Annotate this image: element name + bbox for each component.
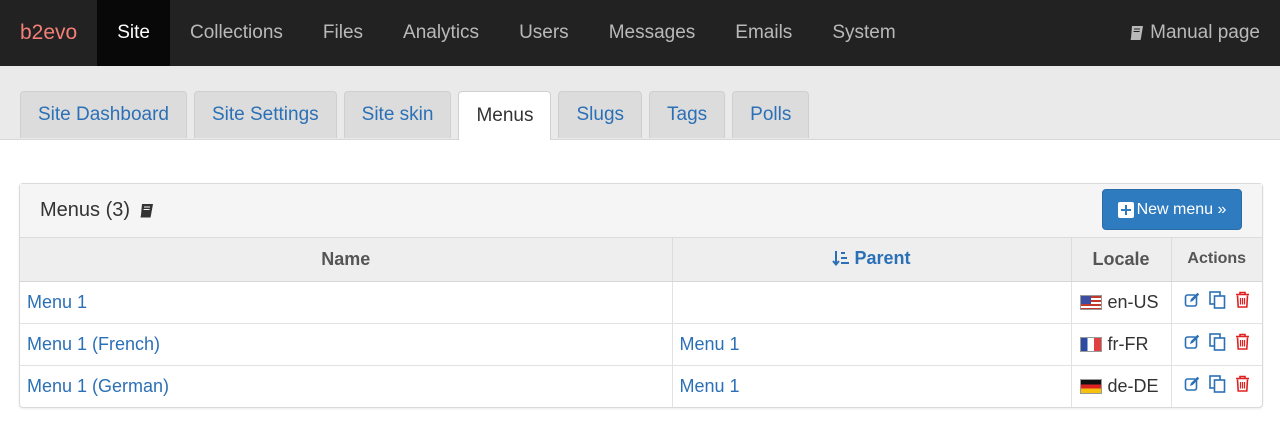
- nav-item-system[interactable]: System: [812, 0, 915, 66]
- cell-parent: Menu 1: [672, 365, 1072, 407]
- menus-panel: Menus (3) New menu » Name Parent Locale …: [19, 183, 1263, 408]
- delete-icon[interactable]: [1235, 333, 1250, 355]
- cell-actions: [1171, 323, 1262, 366]
- copy-icon[interactable]: [1208, 290, 1226, 314]
- nav-item-files[interactable]: Files: [303, 0, 383, 66]
- panel-title: Menus (3): [40, 199, 131, 221]
- nav-item-collections[interactable]: Collections: [170, 0, 303, 66]
- tab-site-settings[interactable]: Site Settings: [193, 91, 337, 138]
- tab-tags[interactable]: Tags: [649, 91, 726, 138]
- nav-item-users[interactable]: Users: [499, 0, 589, 66]
- tab-site-skin[interactable]: Site skin: [343, 91, 452, 138]
- column-header-parent[interactable]: Parent: [672, 238, 1072, 282]
- parent-link[interactable]: Menu 1: [680, 376, 740, 396]
- menu-name-link[interactable]: Menu 1 (German): [27, 376, 169, 396]
- tab-bar: Site Dashboard Site Settings Site skin M…: [0, 66, 1280, 140]
- manual-page-label: Manual page: [1150, 22, 1260, 43]
- copy-icon[interactable]: [1208, 332, 1226, 356]
- de-flag-icon: [1079, 378, 1102, 394]
- manual-page-link[interactable]: Manual page: [1129, 0, 1280, 66]
- table-row: Menu 1 (French) Menu 1 fr-FR: [20, 323, 1262, 366]
- edit-icon[interactable]: [1184, 376, 1200, 397]
- nav-item-emails[interactable]: Emails: [715, 0, 812, 66]
- book-icon[interactable]: [138, 203, 154, 219]
- locale-label: de-DE: [1107, 375, 1159, 396]
- menu-name-link[interactable]: Menu 1: [27, 292, 87, 312]
- tab-slugs[interactable]: Slugs: [558, 91, 643, 138]
- top-navbar: b2evo Site Collections Files Analytics U…: [0, 0, 1280, 66]
- new-menu-label: New menu »: [1136, 200, 1227, 218]
- edit-icon[interactable]: [1184, 334, 1200, 355]
- tab-polls[interactable]: Polls: [732, 91, 810, 138]
- cell-name: Menu 1 (French): [20, 323, 673, 366]
- column-header-actions: Actions: [1171, 238, 1262, 282]
- column-header-name[interactable]: Name: [20, 238, 673, 282]
- delete-icon[interactable]: [1235, 375, 1250, 397]
- menus-table: Name Parent Locale Actions Menu 1 en-US …: [20, 238, 1262, 407]
- brand-logo[interactable]: b2evo: [0, 0, 97, 66]
- table-row: Menu 1 en-US: [20, 281, 1262, 324]
- nav-item-analytics[interactable]: Analytics: [383, 0, 499, 66]
- cell-actions: [1171, 365, 1262, 407]
- sort-ascending-icon: [832, 250, 850, 271]
- tab-menus[interactable]: Menus: [458, 91, 552, 140]
- cell-name: Menu 1 (German): [20, 365, 673, 407]
- cell-parent: [672, 281, 1072, 324]
- column-header-parent-label: Parent: [854, 247, 911, 268]
- nav-item-site[interactable]: Site: [97, 0, 170, 66]
- plus-square-icon: [1117, 201, 1134, 218]
- cell-name: Menu 1: [20, 281, 673, 324]
- tab-site-dashboard[interactable]: Site Dashboard: [20, 91, 187, 138]
- us-flag-icon: [1079, 294, 1102, 310]
- parent-link[interactable]: Menu 1: [680, 334, 740, 354]
- cell-parent: Menu 1: [672, 323, 1072, 366]
- cell-locale: fr-FR: [1071, 323, 1172, 366]
- cell-locale: de-DE: [1071, 365, 1172, 407]
- menu-name-link[interactable]: Menu 1 (French): [27, 334, 160, 354]
- cell-locale: en-US: [1071, 281, 1172, 324]
- locale-label: fr-FR: [1107, 333, 1149, 354]
- column-header-locale[interactable]: Locale: [1071, 238, 1172, 282]
- panel-header: Menus (3) New menu »: [20, 184, 1262, 238]
- copy-icon[interactable]: [1208, 374, 1226, 398]
- delete-icon[interactable]: [1235, 291, 1250, 313]
- new-menu-button[interactable]: New menu »: [1102, 189, 1242, 230]
- locale-label: en-US: [1107, 291, 1159, 312]
- book-icon: [1130, 26, 1144, 40]
- edit-icon[interactable]: [1184, 292, 1200, 313]
- table-row: Menu 1 (German) Menu 1 de-DE: [20, 365, 1262, 407]
- fr-flag-icon: [1079, 336, 1102, 352]
- nav-item-messages[interactable]: Messages: [589, 0, 716, 66]
- cell-actions: [1171, 281, 1262, 324]
